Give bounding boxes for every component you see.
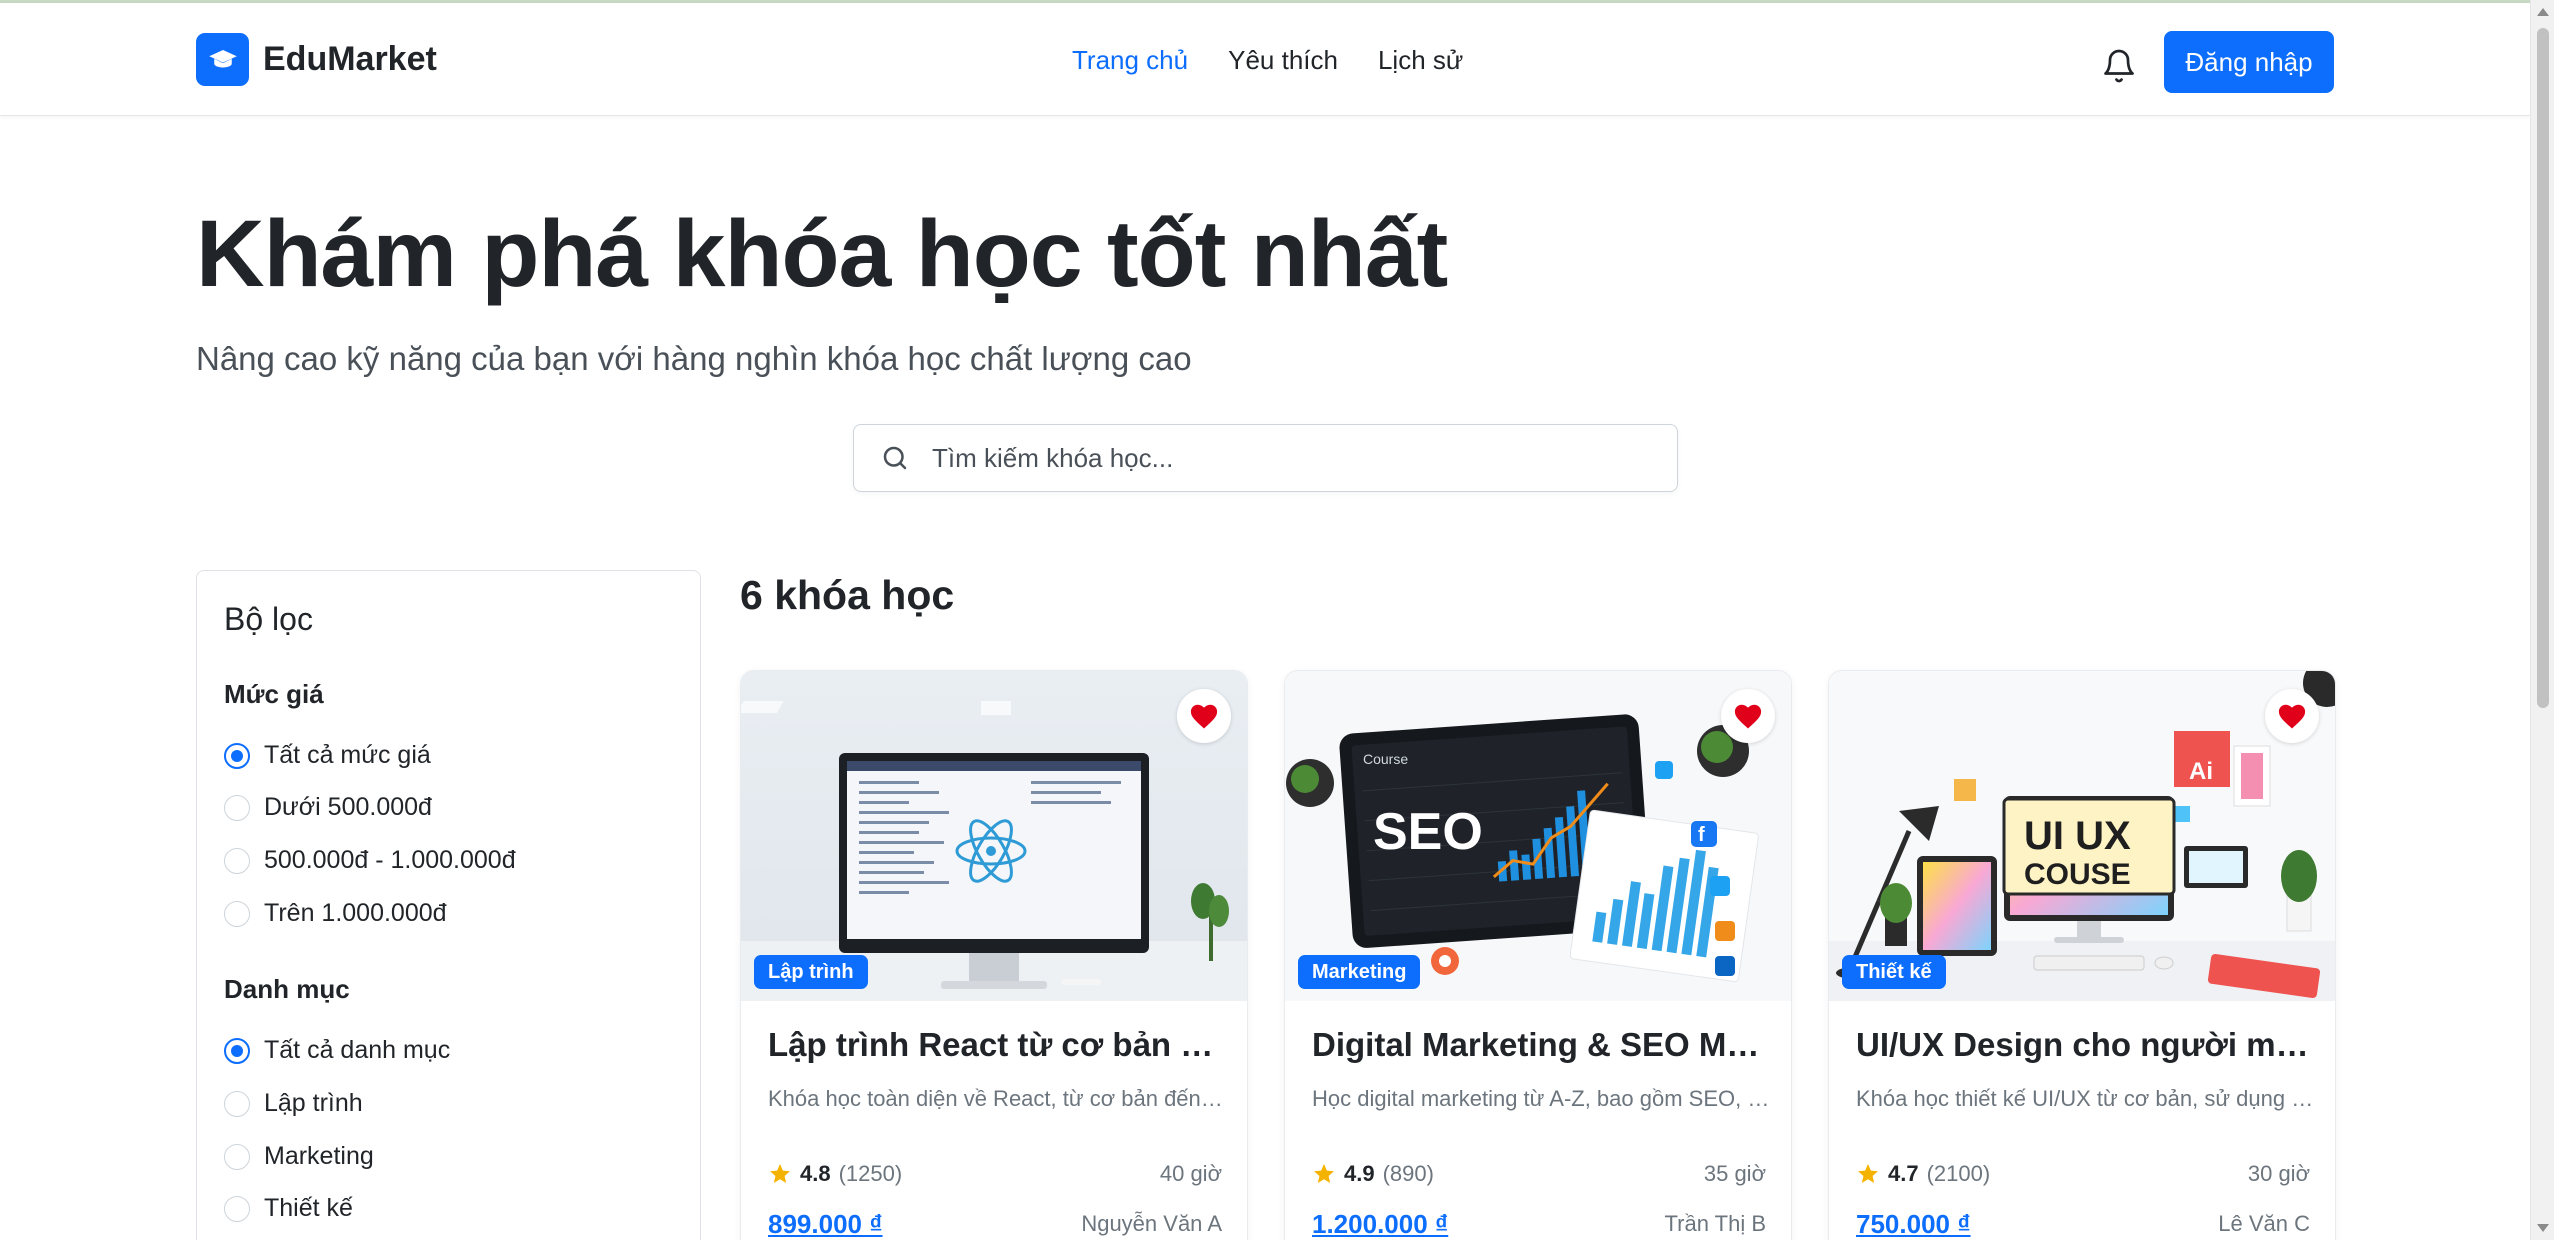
- course-price[interactable]: 899.000 ₫: [768, 1209, 883, 1240]
- radio-label: Trên 1.000.000đ: [264, 899, 447, 927]
- nav-link-favorites[interactable]: Yêu thích: [1228, 45, 1338, 76]
- price-option-all[interactable]: Tất cả mức giá: [224, 741, 431, 770]
- category-badge: Thiết kế: [1842, 955, 1946, 989]
- radio-button[interactable]: [224, 794, 250, 821]
- radio-button[interactable]: [224, 1037, 250, 1064]
- course-image-react[interactable]: [741, 671, 1247, 1001]
- star-icon: [770, 1164, 790, 1183]
- course-author: Nguyễn Văn A: [1081, 1211, 1222, 1236]
- hero-subtitle: Nâng cao kỹ năng của bạn với hàng nghìn …: [196, 340, 1192, 377]
- radio-button[interactable]: [224, 900, 250, 927]
- course-description: Khóa học thiết kế UI/UX từ cơ bản, sử dụ…: [1856, 1086, 2314, 1111]
- favorite-heart-icon[interactable]: [1721, 689, 1775, 743]
- category-option-programming[interactable]: Lập trình: [224, 1089, 363, 1118]
- search-icon: [883, 446, 907, 470]
- price-option-500k-1m[interactable]: 500.000đ - 1.000.000đ: [224, 846, 516, 875]
- course-author: Trần Thị B: [1664, 1211, 1766, 1236]
- course-author: Lê Văn C: [2218, 1211, 2310, 1236]
- favorite-heart-icon[interactable]: [2265, 689, 2319, 743]
- course-card[interactable]: Ai UI UX COUSE Thiết kế UI/UX Design cho…: [1828, 670, 2336, 1240]
- price-filter-title: Mức giá: [224, 679, 324, 709]
- radio-button[interactable]: [224, 742, 250, 769]
- filter-panel: Bộ lọc Mức giá Tất cả mức giá Dưới 500.0…: [196, 570, 701, 1240]
- scrollbar-thumb[interactable]: [2537, 28, 2549, 708]
- search-input[interactable]: [932, 442, 1632, 474]
- scroll-down-arrow-icon[interactable]: [2537, 1224, 2549, 1232]
- category-badge: Lập trình: [754, 955, 868, 989]
- radio-label: Tất cả mức giá: [264, 741, 431, 769]
- brand-name: EduMarket: [263, 40, 437, 78]
- course-image-uiux[interactable]: Ai UI UX COUSE: [1829, 671, 2335, 1001]
- radio-label: Tất cả danh mục: [264, 1036, 451, 1064]
- radio-label: 500.000đ - 1.000.000đ: [264, 846, 516, 874]
- course-hours: 40 giờ: [1159, 1161, 1222, 1186]
- page-scrollbar[interactable]: [2530, 0, 2554, 1240]
- course-price[interactable]: 1.200.000 ₫: [1312, 1209, 1448, 1240]
- category-option-all[interactable]: Tất cả danh mục: [224, 1036, 450, 1065]
- category-option-design[interactable]: Thiết kế: [224, 1194, 353, 1223]
- scroll-up-arrow-icon[interactable]: [2537, 8, 2549, 16]
- star-icon: [1314, 1164, 1334, 1183]
- course-title[interactable]: Digital Marketing & SEO Master: [1312, 1026, 1770, 1064]
- nav-link-home[interactable]: Trang chủ: [1072, 45, 1188, 76]
- navbar: EduMarket Trang chủ Yêu thích Lịch sử Đă…: [0, 3, 2530, 116]
- radio-button[interactable]: [224, 847, 250, 874]
- uiux-sign-line2: COUSE: [2024, 858, 2131, 891]
- review-count: (890): [1382, 1161, 1434, 1186]
- course-description: Khóa học toàn diện về React, từ cơ bản đ…: [768, 1086, 1226, 1111]
- results-count: 6 khóa học: [740, 572, 955, 618]
- rating-value: 4.9: [1344, 1161, 1375, 1186]
- filter-title: Bộ lọc: [224, 601, 313, 637]
- course-title[interactable]: UI/UX Design cho người mới bắt đầu: [1856, 1026, 2314, 1064]
- course-image-seo[interactable]: Course SEO f: [1285, 671, 1791, 1001]
- svg-text:f: f: [1698, 824, 1705, 846]
- review-count: (1250): [838, 1161, 903, 1186]
- radio-label: Dưới 500.000đ: [264, 793, 432, 821]
- category-option-marketing[interactable]: Marketing: [224, 1142, 374, 1171]
- brand[interactable]: EduMarket: [196, 33, 437, 86]
- course-hours: 30 giờ: [2247, 1161, 2310, 1186]
- course-price[interactable]: 750.000 ₫: [1856, 1209, 1971, 1240]
- course-description: Học digital marketing từ A-Z, bao gồm SE…: [1312, 1086, 1770, 1111]
- course-card[interactable]: Course SEO f Marketing Digital Marketing…: [1284, 670, 1792, 1240]
- price-option-over-1m[interactable]: Trên 1.000.000đ: [224, 899, 447, 928]
- course-rating: 4.7 (2100): [1856, 1161, 1990, 1187]
- radio-label: Thiết kế: [264, 1194, 353, 1222]
- price-option-under-500k[interactable]: Dưới 500.000đ: [224, 793, 432, 822]
- svg-text:Ai: Ai: [2189, 758, 2213, 785]
- category-badge: Marketing: [1298, 955, 1421, 989]
- rating-value: 4.8: [800, 1161, 831, 1186]
- tablet-label: Course: [1363, 751, 1408, 767]
- uiux-sign-line1: UI UX: [2024, 814, 2131, 858]
- category-filter-title: Danh mục: [224, 974, 350, 1004]
- rating-value: 4.7: [1888, 1161, 1919, 1186]
- favorite-heart-icon[interactable]: [1177, 689, 1231, 743]
- main-nav: Trang chủ Yêu thích Lịch sử: [1072, 45, 1463, 76]
- star-icon: [1858, 1164, 1878, 1183]
- hero-title: Khám phá khóa học tốt nhất: [196, 201, 1448, 307]
- search-box: [853, 424, 1678, 492]
- login-button[interactable]: Đăng nhập: [2164, 31, 2334, 93]
- graduation-cap-icon: [196, 33, 249, 86]
- radio-button[interactable]: [224, 1090, 250, 1117]
- course-card[interactable]: Lập trình Lập trình React từ cơ bản đến …: [740, 670, 1248, 1240]
- bell-icon[interactable]: [2101, 48, 2137, 84]
- nav-link-history[interactable]: Lịch sử: [1378, 45, 1463, 76]
- course-hours: 35 giờ: [1703, 1161, 1766, 1186]
- course-title[interactable]: Lập trình React từ cơ bản đến nâng cao: [768, 1026, 1226, 1064]
- seo-text: SEO: [1373, 803, 1483, 861]
- review-count: (2100): [1926, 1161, 1991, 1186]
- radio-label: Lập trình: [264, 1089, 363, 1117]
- radio-button[interactable]: [224, 1143, 250, 1170]
- radio-label: Marketing: [264, 1142, 374, 1170]
- course-rating: 4.8 (1250): [768, 1161, 902, 1187]
- radio-button[interactable]: [224, 1195, 250, 1222]
- course-rating: 4.9 (890): [1312, 1161, 1434, 1187]
